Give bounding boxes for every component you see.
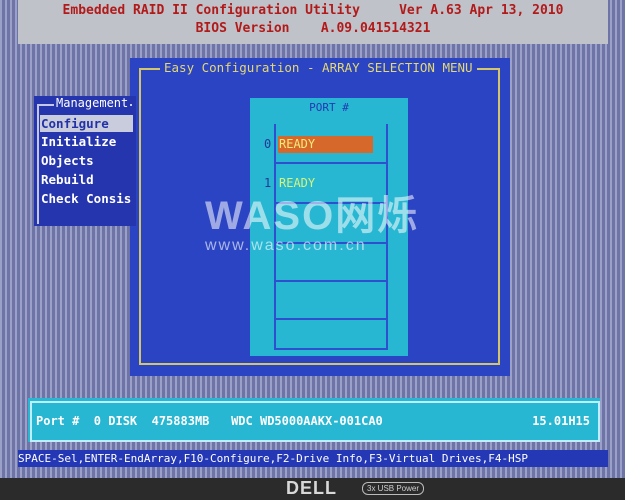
drive-info-text: Port # 0 DISK 475883MB WDC WD5000AAKX-00… <box>36 414 383 428</box>
menu-item-check-consis[interactable]: Check Consis <box>40 190 133 207</box>
bios-version: BIOS Version A.09.041514321 <box>195 21 431 36</box>
management-menu: Management Configure Initialize Objects … <box>34 96 136 226</box>
usb-power-badge: 3x USB Power <box>362 482 425 495</box>
watermark-url: www.waso.com.cn <box>205 237 367 254</box>
menu-item-initialize[interactable]: Initialize <box>40 133 133 150</box>
watermark-logo: WASO网烁 <box>205 194 420 238</box>
window-title: Easy Configuration - ARRAY SELECTION MEN… <box>160 60 477 75</box>
monitor-bezel: DELL 3x USB Power <box>0 478 625 500</box>
port-divider <box>276 162 386 164</box>
menu-item-configure[interactable]: Configure <box>40 115 133 132</box>
menu-item-rebuild[interactable]: Rebuild <box>40 171 133 188</box>
key-hint-bar: SPACE-Sel,ENTER-EndArray,F10-Configure,F… <box>18 450 608 467</box>
port-number: 0 <box>264 137 272 151</box>
utility-title: Embedded RAID II Configuration Utility V… <box>62 3 564 18</box>
port-header: PORT # <box>309 101 349 114</box>
drive-info-bar: Port # 0 DISK 475883MB WDC WD5000AAKX-00… <box>28 398 600 442</box>
port-divider <box>276 280 386 282</box>
menu-item-objects[interactable]: Objects <box>40 152 133 169</box>
title-bar: Embedded RAID II Configuration Utility V… <box>18 0 608 44</box>
firmware-version: 15.01H15 <box>532 414 590 428</box>
port-divider <box>276 318 386 320</box>
menu-title: Management <box>54 96 131 110</box>
bios-screen: Embedded RAID II Configuration Utility V… <box>0 0 625 478</box>
port-0-status[interactable]: READY <box>278 136 373 153</box>
dell-logo: DELL <box>286 478 337 498</box>
